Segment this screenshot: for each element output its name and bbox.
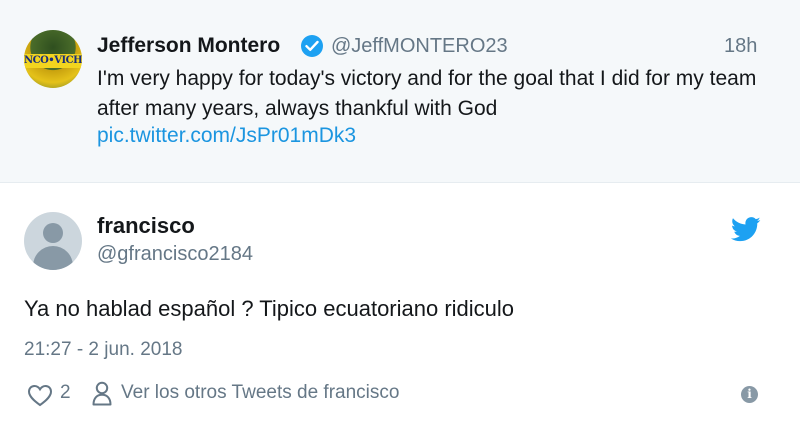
quoted-author-avatar[interactable]: NCO•VICHI (24, 30, 82, 88)
author-avatar[interactable] (24, 212, 82, 270)
quoted-tweet[interactable]: NCO•VICHI Jefferson Montero @JeffMONTERO… (0, 0, 800, 183)
quoted-author-name[interactable]: Jefferson Montero (97, 34, 280, 58)
heart-icon[interactable] (27, 384, 53, 412)
view-other-tweets-link[interactable]: Ver los otros Tweets de francisco (121, 382, 399, 404)
author-handle[interactable]: @gfrancisco2184 (97, 243, 253, 266)
quoted-tweet-text: I'm very happy for today's victory and f… (97, 67, 757, 120)
verified-badge-icon (301, 35, 323, 57)
quoted-tweet-media-link[interactable]: pic.twitter.com/JsPr01mDk3 (97, 124, 356, 148)
twitter-bird-icon[interactable] (730, 217, 761, 247)
quoted-author-handle[interactable]: @JeffMONTERO23 (331, 35, 508, 58)
tweet-text: Ya no hablad español ? Tipico ecuatorian… (24, 296, 515, 321)
like-count[interactable]: 2 (60, 382, 71, 404)
info-icon[interactable]: i (741, 386, 758, 403)
person-icon (92, 381, 112, 411)
tweet-timestamp[interactable]: 21:27 - 2 jun. 2018 (24, 339, 182, 361)
avatar-banner-text: NCO•VICHI (24, 54, 82, 68)
avatar-body-shape (33, 246, 73, 270)
avatar-head-shape (43, 223, 63, 243)
quoted-tweet-time[interactable]: 18h (724, 35, 757, 58)
author-name[interactable]: francisco (97, 213, 195, 239)
